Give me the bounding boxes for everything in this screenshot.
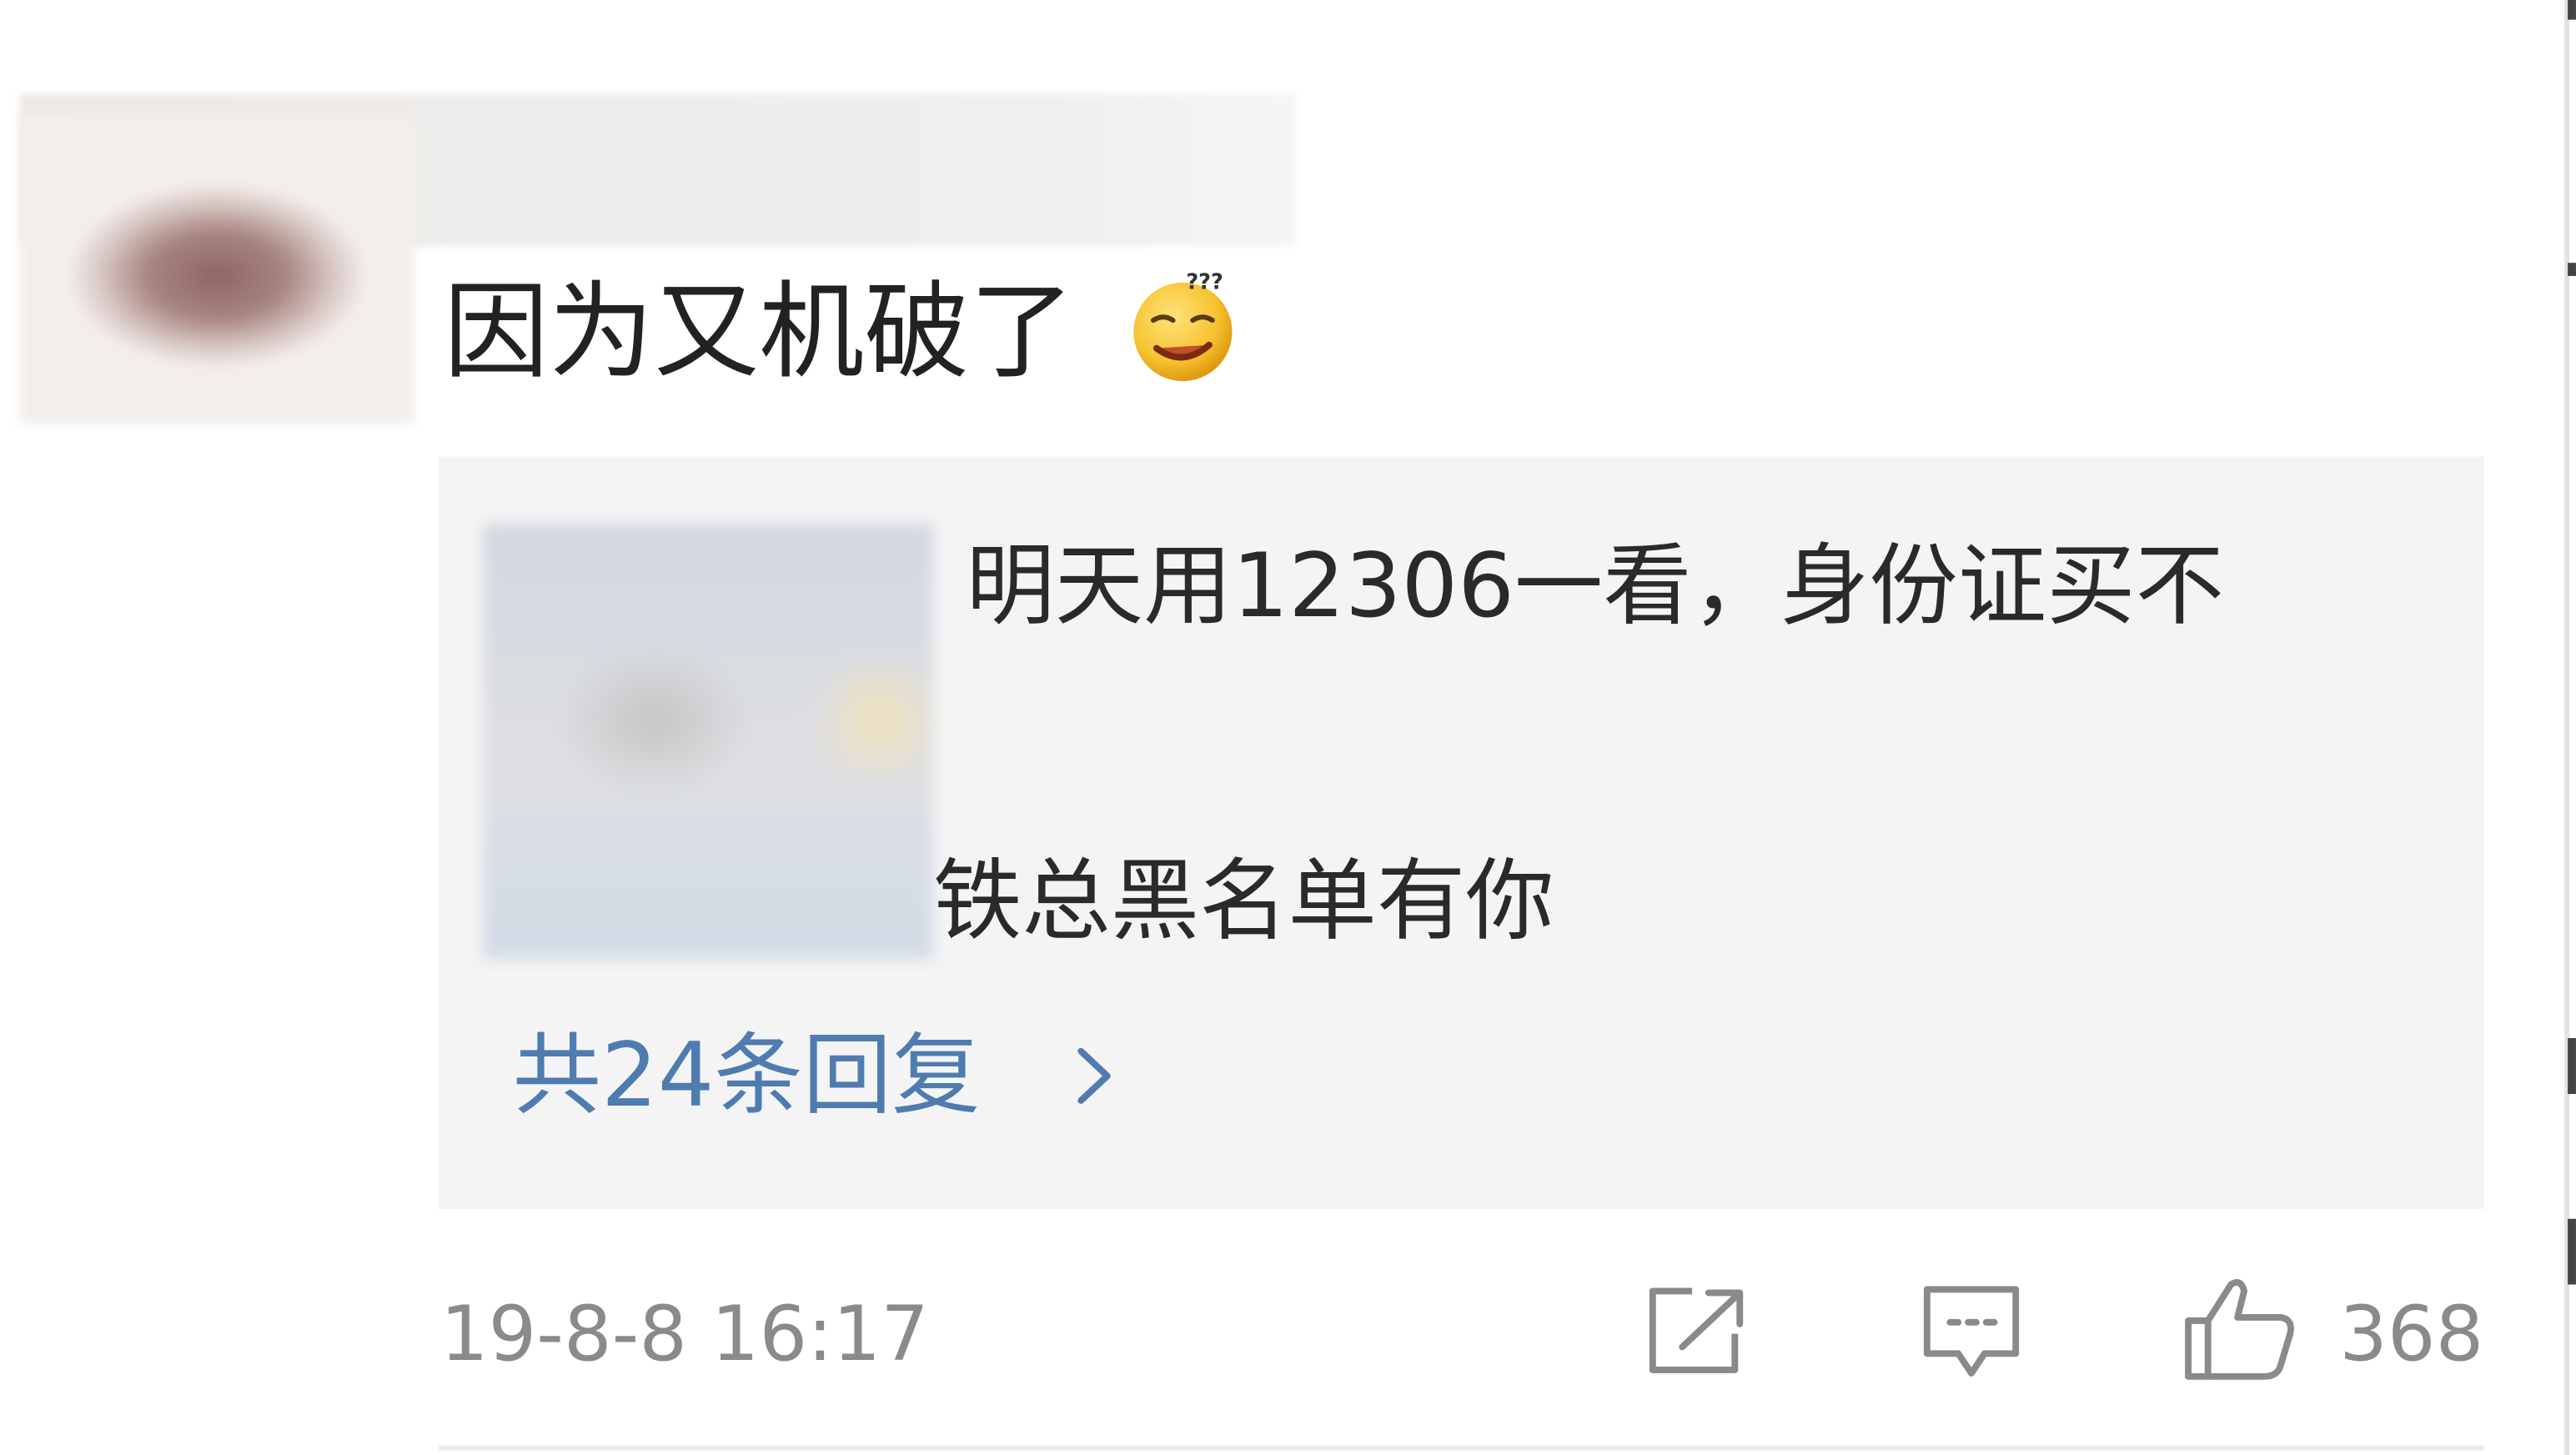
quoted-reply-line-1: 明天用12306一看，身份证买不 — [966, 534, 2224, 638]
avatar[interactable] — [19, 114, 414, 424]
comment-icon[interactable] — [1919, 1282, 2024, 1383]
like-count: 368 — [2339, 1289, 2484, 1378]
adjacent-edge-mark — [2568, 0, 2576, 20]
adjacent-edge-mark — [2568, 263, 2576, 276]
svg-text:???: ??? — [1186, 270, 1223, 295]
thumbs-up-icon[interactable] — [2182, 1275, 2300, 1383]
comment-timestamp: 19-8-8 16:17 — [439, 1289, 929, 1378]
comment-text: 因为又机破了 — [443, 273, 1075, 394]
divider — [438, 1445, 2484, 1451]
comment-card: 因为又机破了 ??? 明天用12306一看，身份证买不 铁总黑名单有你 共24条… — [0, 0, 2576, 1455]
chevron-right-icon[interactable] — [1071, 1035, 1120, 1117]
dizzy-confused-emoji-icon: ??? — [1133, 270, 1233, 382]
view-replies-link[interactable]: 共24条回复 — [513, 1018, 981, 1133]
quoted-image-blurred[interactable] — [483, 524, 933, 960]
adjacent-edge-mark — [2568, 1038, 2576, 1095]
adjacent-edge-mark — [2568, 1218, 2576, 1285]
share-icon[interactable] — [1643, 1282, 1751, 1380]
quoted-reply-line-2: 铁总黑名单有你 — [932, 849, 1554, 953]
